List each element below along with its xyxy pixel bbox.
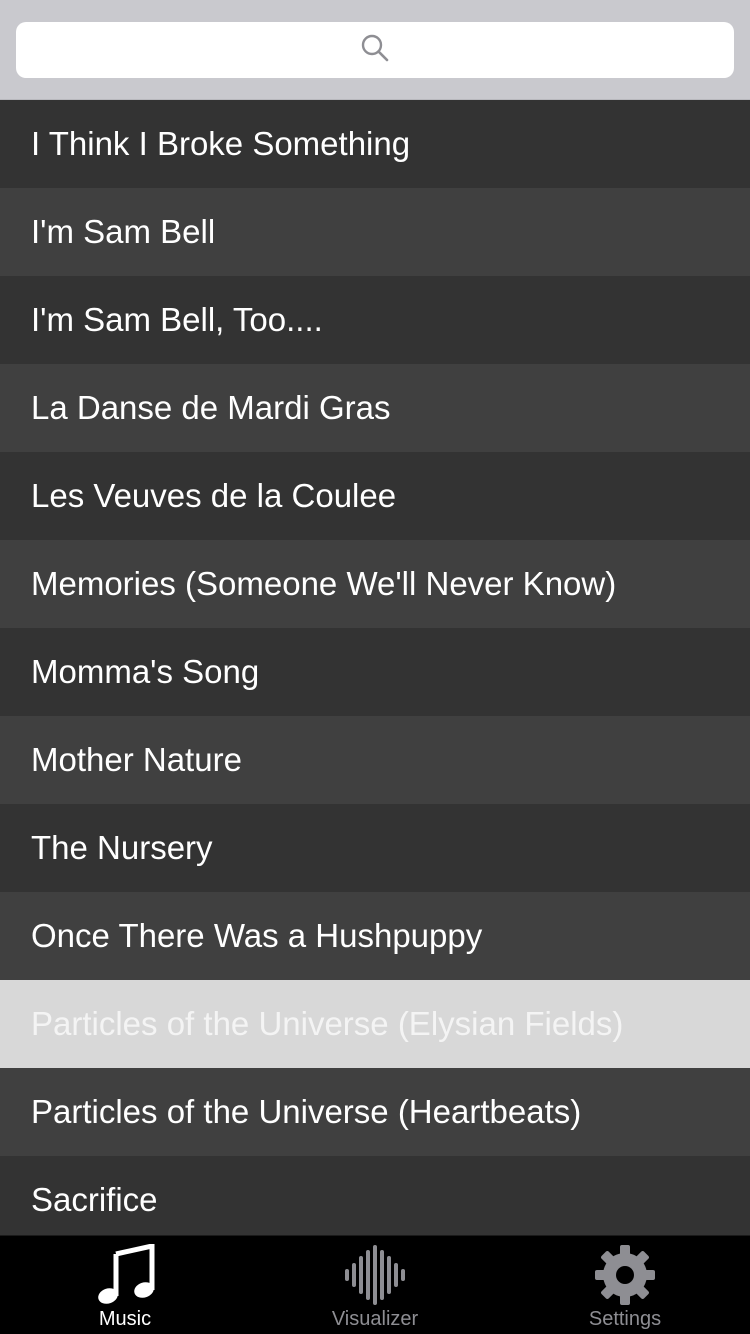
song-title: La Danse de Mardi Gras xyxy=(31,389,391,426)
song-title: Particles of the Universe (Elysian Field… xyxy=(31,1005,624,1042)
tab-label: Music xyxy=(98,1308,152,1330)
song-title: Momma's Song xyxy=(31,653,260,690)
song-title: The Nursery xyxy=(31,829,213,866)
list-item[interactable]: I'm Sam Bell, Too.... xyxy=(0,276,750,364)
search-input[interactable] xyxy=(16,22,734,78)
list-item[interactable]: Sacrifice xyxy=(0,1156,750,1235)
tab-label: Visualizer xyxy=(331,1308,419,1330)
tab-music[interactable]: Music xyxy=(0,1236,250,1334)
song-title: Once There Was a Hushpuppy xyxy=(31,917,483,954)
list-item[interactable]: Momma's Song xyxy=(0,628,750,716)
song-title: Memories (Someone We'll Never Know) xyxy=(31,565,617,602)
song-title: Particles of the Universe (Heartbeats) xyxy=(31,1093,582,1130)
song-title: Mother Nature xyxy=(31,741,242,778)
search-bar xyxy=(0,0,750,100)
song-title: I Think I Broke Something xyxy=(31,125,411,162)
gear-icon xyxy=(594,1244,656,1306)
app: I Think I Broke Something I'm Sam Bell I… xyxy=(0,0,750,1334)
list-item[interactable]: Memories (Someone We'll Never Know) xyxy=(0,540,750,628)
list-item[interactable]: I Think I Broke Something xyxy=(0,100,750,188)
tab-bar: Music Visualizer Settings xyxy=(0,1235,750,1334)
tab-visualizer[interactable]: Visualizer xyxy=(250,1236,500,1334)
song-list[interactable]: I Think I Broke Something I'm Sam Bell I… xyxy=(0,100,750,1235)
list-item[interactable]: Les Veuves de la Coulee xyxy=(0,452,750,540)
song-title: I'm Sam Bell, Too.... xyxy=(31,301,323,338)
list-item[interactable]: Mother Nature xyxy=(0,716,750,804)
list-item[interactable]: Particles of the Universe (Heartbeats) xyxy=(0,1068,750,1156)
list-item[interactable]: The Nursery xyxy=(0,804,750,892)
list-item[interactable]: Once There Was a Hushpuppy xyxy=(0,892,750,980)
tab-label: Settings xyxy=(588,1308,662,1330)
waveform-icon xyxy=(344,1244,406,1306)
list-item-selected[interactable]: Particles of the Universe (Elysian Field… xyxy=(0,980,750,1068)
list-item[interactable]: I'm Sam Bell xyxy=(0,188,750,276)
song-title: Les Veuves de la Coulee xyxy=(31,477,397,514)
song-title: Sacrifice xyxy=(31,1181,158,1218)
tab-settings[interactable]: Settings xyxy=(500,1236,750,1334)
search-icon xyxy=(360,33,390,68)
music-note-icon xyxy=(94,1244,156,1306)
list-item[interactable]: La Danse de Mardi Gras xyxy=(0,364,750,452)
song-title: I'm Sam Bell xyxy=(31,213,216,250)
